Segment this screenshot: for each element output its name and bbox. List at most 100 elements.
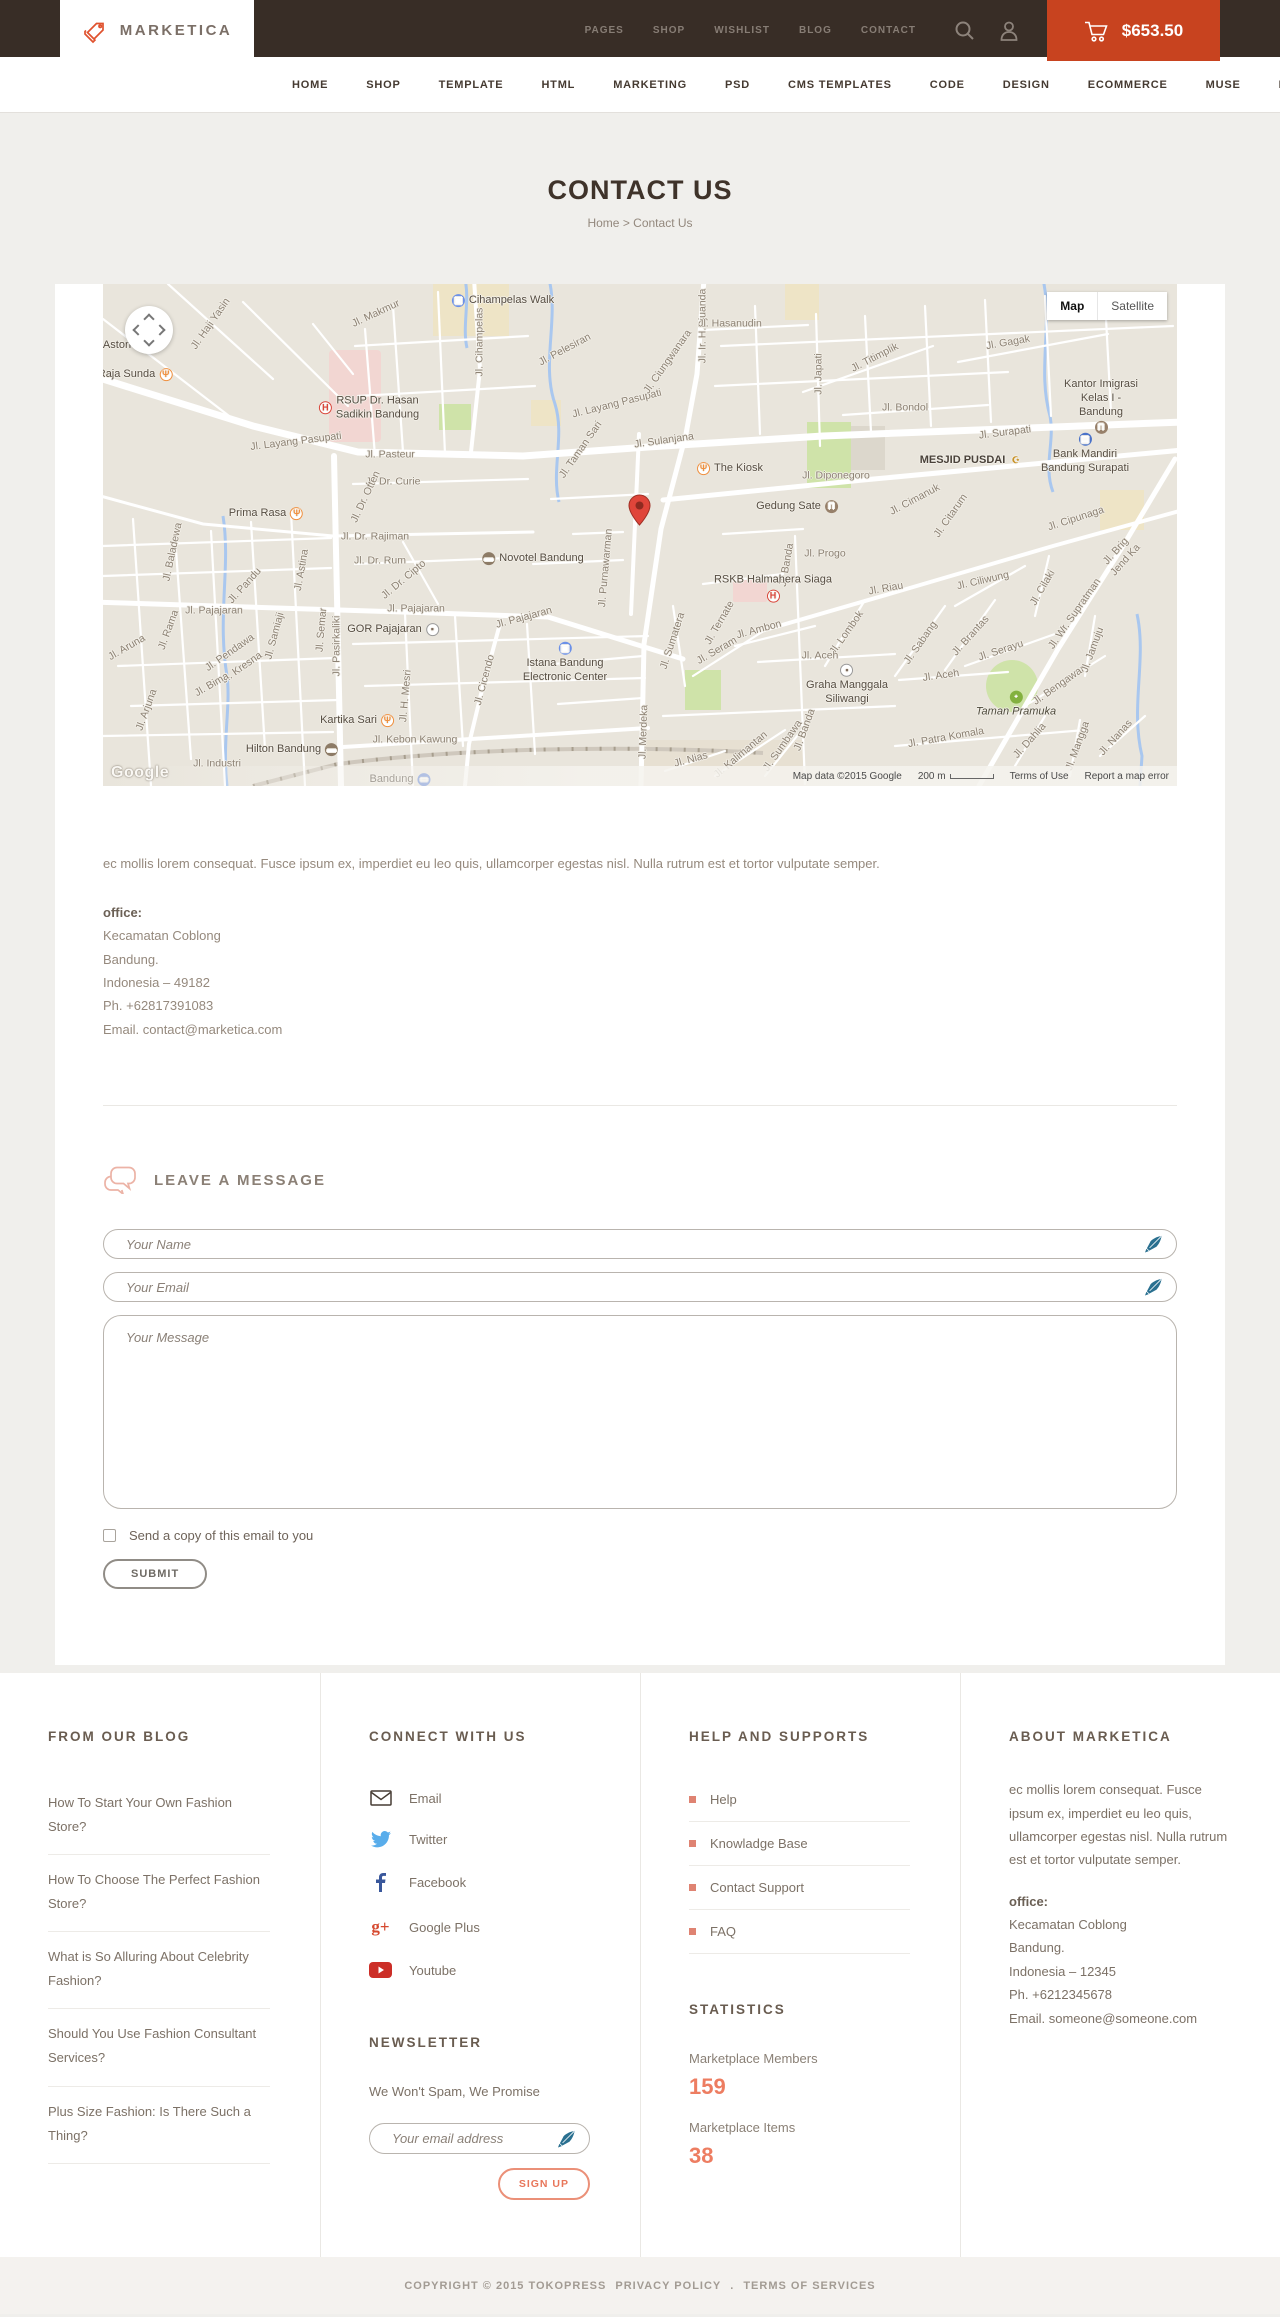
blog-link[interactable]: How To Start Your Own Fashion Store? (48, 1791, 270, 1839)
food-icon: Ψ (159, 368, 173, 382)
office-block: office: Kecamatan Coblong Bandung. Indones… (103, 901, 1177, 1041)
hotel-icon: ▬ (482, 552, 496, 566)
logo[interactable]: MARKETICA (60, 0, 254, 61)
main-nav-marketing[interactable]: MARKETING (613, 79, 687, 91)
map-label: Jl. Layang Pasupati (249, 429, 343, 453)
map-label: Jl. Dr. Rum (354, 554, 406, 567)
main-nav-code[interactable]: CODE (930, 79, 965, 91)
help-item-contact-support[interactable]: Contact Support (689, 1866, 910, 1911)
main-nav-design[interactable]: DESIGN (1003, 79, 1050, 91)
report-map-error-link[interactable]: Report a map error (1085, 771, 1169, 782)
map-label: Jl. Sabang (901, 618, 940, 667)
map-view-button[interactable]: Map (1047, 292, 1098, 320)
email-input[interactable] (103, 1272, 1177, 1303)
shop-icon: ▣ (451, 294, 465, 308)
stat-value: 159 (689, 2074, 726, 2100)
map-label: Jl. Ciliwung (955, 568, 1011, 593)
blog-link[interactable]: Should You Use Fashion Consultant Servic… (48, 2022, 270, 2070)
map-label: Jl. Diponegoro (802, 469, 870, 482)
pan-left-icon[interactable] (132, 324, 144, 336)
main-nav-shop[interactable]: SHOP (366, 79, 400, 91)
dot-icon: ▪ (840, 663, 854, 677)
terms-of-use-link[interactable]: Terms of Use (1010, 771, 1069, 782)
header-nav-contact[interactable]: CONTACT (861, 25, 916, 36)
newsletter-email-input[interactable] (369, 2123, 590, 2155)
hotel-icon: ▬ (325, 743, 339, 757)
header-nav-shop[interactable]: SHOP (653, 25, 685, 36)
chat-bubbles-icon (103, 1166, 137, 1195)
breadcrumb-separator: > (622, 216, 630, 230)
user-icon[interactable] (999, 2, 1019, 59)
main-nav-psd[interactable]: PSD (725, 79, 750, 91)
pan-up-icon[interactable] (143, 313, 155, 325)
header-nav: PAGES SHOP WISHLIST BLOG CONTACT (585, 2, 916, 59)
connect-heading: CONNECT WITH US (369, 1729, 527, 1745)
map-label: Jl. Astina (291, 548, 312, 592)
main-nav-home[interactable]: HOME (292, 79, 328, 91)
cart-total: $653.50 (1121, 20, 1184, 40)
museum-icon: Π (824, 500, 838, 514)
header-nav-pages[interactable]: PAGES (585, 25, 624, 36)
connect-item-youtube[interactable]: Youtube (369, 1950, 590, 1991)
name-input[interactable] (103, 1229, 1177, 1260)
connect-item-facebook[interactable]: Facebook (369, 1861, 590, 1905)
submit-button[interactable]: SUBMIT (103, 1559, 208, 1590)
map-marker[interactable] (628, 494, 651, 531)
map-label: Jl. Pajajaran (494, 604, 554, 631)
help-item-knowladge-base[interactable]: Knowladge Base (689, 1822, 910, 1867)
blog-link[interactable]: Plus Size Fashion: Is There Such a Thing… (48, 2100, 270, 2148)
help-item-help[interactable]: Help (689, 1778, 910, 1823)
main-nav-template[interactable]: TEMPLATE (439, 79, 504, 91)
map-label: Jl. Rama (155, 608, 182, 652)
breadcrumb-home[interactable]: Home (587, 216, 619, 230)
google-map[interactable]: Aston Raja Sunda Ψ Jl. Haji Yasin ▣ Cihampela… (103, 284, 1177, 786)
help-label: Contact Support (710, 1880, 804, 1896)
satellite-view-button[interactable]: Satellite (1097, 292, 1167, 320)
pan-down-icon[interactable] (143, 335, 155, 347)
map-label: Jl. Kebon Kawung (372, 733, 458, 746)
send-copy-checkbox[interactable] (103, 1529, 116, 1543)
map-labels-layer: Aston Raja Sunda Ψ Jl. Haji Yasin ▣ Cihampela… (103, 284, 1177, 786)
blog-list-item: How To Start Your Own Fashion Store? (48, 1778, 270, 1856)
map-scale: 200 m (918, 771, 994, 782)
search-icon[interactable] (954, 2, 975, 59)
help-item-faq[interactable]: FAQ (689, 1910, 910, 1955)
food-icon: Ψ (697, 462, 711, 476)
map-label: Jl. Dr. Rajiman (340, 530, 410, 543)
facebook-icon (369, 1873, 392, 1893)
food-icon: Ψ (380, 714, 394, 728)
email-icon (369, 1790, 392, 1806)
main-nav-ecommerce[interactable]: ECOMMERCE (1088, 79, 1168, 91)
connect-label: Youtube (409, 1962, 457, 1978)
message-textarea[interactable] (103, 1315, 1177, 1510)
connect-item-gplus[interactable]: g+ Google Plus (369, 1905, 590, 1950)
main-nav-cms-templates[interactable]: CMS TEMPLATES (788, 79, 892, 91)
map-label: Kartika Sari Ψ (320, 714, 394, 728)
connect-item-twitter[interactable]: Twitter (369, 1819, 590, 1861)
main-nav-muse[interactable]: MUSE (1206, 79, 1241, 91)
map-label: Jl. Ambon (735, 617, 783, 642)
map-label: Jl. Samiaji (262, 611, 287, 661)
signup-button[interactable]: SIGN UP (497, 2168, 590, 2201)
pan-right-icon[interactable] (154, 324, 166, 336)
header-nav-blog[interactable]: BLOG (799, 25, 832, 36)
map-pan-control[interactable] (125, 306, 173, 354)
footer-blog-column: FROM OUR BLOG How To Start Your Own Fash… (0, 1673, 320, 2257)
blog-link[interactable]: What is So Alluring About Celebrity Fash… (48, 1945, 270, 1993)
help-heading: HELP AND SUPPORTS (689, 1729, 870, 1745)
food-icon: Ψ (290, 507, 304, 521)
blog-list-item: Should You Use Fashion Consultant Servic… (48, 2009, 270, 2087)
map-label: Jl. Cicendo (471, 653, 497, 707)
main-nav-html[interactable]: HTML (541, 79, 575, 91)
header-nav-wishlist[interactable]: WISHLIST (714, 25, 770, 36)
cart-button[interactable]: $653.50 (1047, 0, 1220, 61)
office-line: Ph. +62817391083 (103, 998, 214, 1014)
twitter-icon (369, 1831, 392, 1848)
connect-item-email[interactable]: Email (369, 1778, 590, 1819)
map-label: Jl. Jamuju (1078, 625, 1107, 675)
footer: FROM OUR BLOG How To Start Your Own Fash… (0, 1673, 1280, 2258)
terms-of-services-link[interactable]: TERMS OF SERVICES (743, 2280, 875, 2292)
privacy-policy-link[interactable]: PRIVACY POLICY (615, 2280, 721, 2292)
contact-intro-text: ec mollis lorem consequat. Fusce ipsum e… (103, 856, 880, 871)
blog-link[interactable]: How To Choose The Perfect Fashion Store? (48, 1868, 270, 1916)
